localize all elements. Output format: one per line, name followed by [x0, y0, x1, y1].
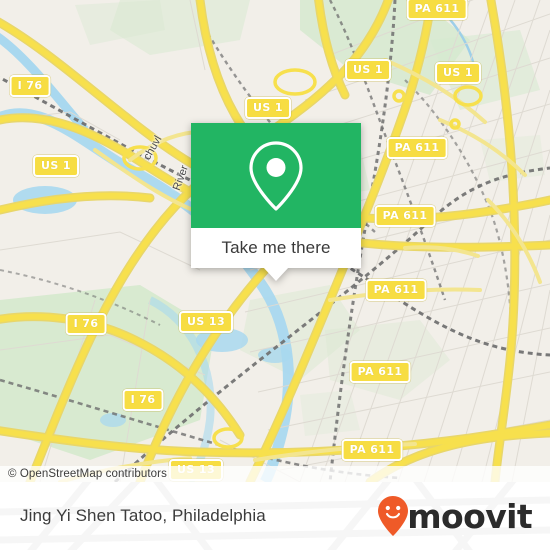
osm-attribution-text[interactable]: © OpenStreetMap contributors [0, 468, 167, 480]
highway-shield-us1-center[interactable]: US 1 [245, 97, 291, 119]
location-popup-card[interactable]: Take me there [191, 123, 361, 281]
place-title: Jing Yi Shen Tatoo, Philadelphia [20, 506, 266, 525]
moovit-brand[interactable]: moovit [377, 495, 533, 537]
highway-shield-pa611-center[interactable]: PA 611 [365, 279, 427, 301]
highway-shield-us1-upper[interactable]: US 1 [345, 59, 391, 81]
highway-shield-us1-west[interactable]: US 1 [33, 155, 79, 177]
highway-shield-i76-north[interactable]: I 76 [9, 75, 51, 97]
popup-image-area [191, 123, 361, 228]
highway-shield-us13-center[interactable]: US 13 [179, 311, 233, 333]
moovit-map-page: chuvl River I 76 US 1 US 1 PA 611 US 1 U… [0, 0, 550, 550]
popup-pointer [263, 267, 289, 281]
popup-action-area[interactable]: Take me there [191, 228, 361, 281]
highway-shield-i76-mid[interactable]: I 76 [65, 313, 107, 335]
highway-shield-pa611-upper[interactable]: PA 611 [386, 137, 448, 159]
map-attribution-bar: © OpenStreetMap contributors [0, 466, 550, 482]
highway-shield-pa611-lower[interactable]: PA 611 [349, 361, 411, 383]
moovit-pin-icon [378, 496, 409, 536]
map-canvas[interactable]: chuvl River I 76 US 1 US 1 PA 611 US 1 U… [0, 0, 550, 482]
highway-shield-pa611-mid[interactable]: PA 611 [374, 205, 436, 227]
map-pin-icon [249, 140, 303, 211]
highway-shield-i76-south[interactable]: I 76 [122, 389, 164, 411]
highway-shield-pa611-bottom[interactable]: PA 611 [341, 439, 403, 461]
highway-shield-us1-right[interactable]: US 1 [435, 62, 481, 84]
take-me-there-label: Take me there [221, 238, 331, 257]
moovit-wordmark: moovit [407, 496, 532, 536]
page-footer: Jing Yi Shen Tatoo, Philadelphia moovit [0, 482, 550, 550]
highway-shield-pa611-top[interactable]: PA 611 [406, 0, 468, 20]
